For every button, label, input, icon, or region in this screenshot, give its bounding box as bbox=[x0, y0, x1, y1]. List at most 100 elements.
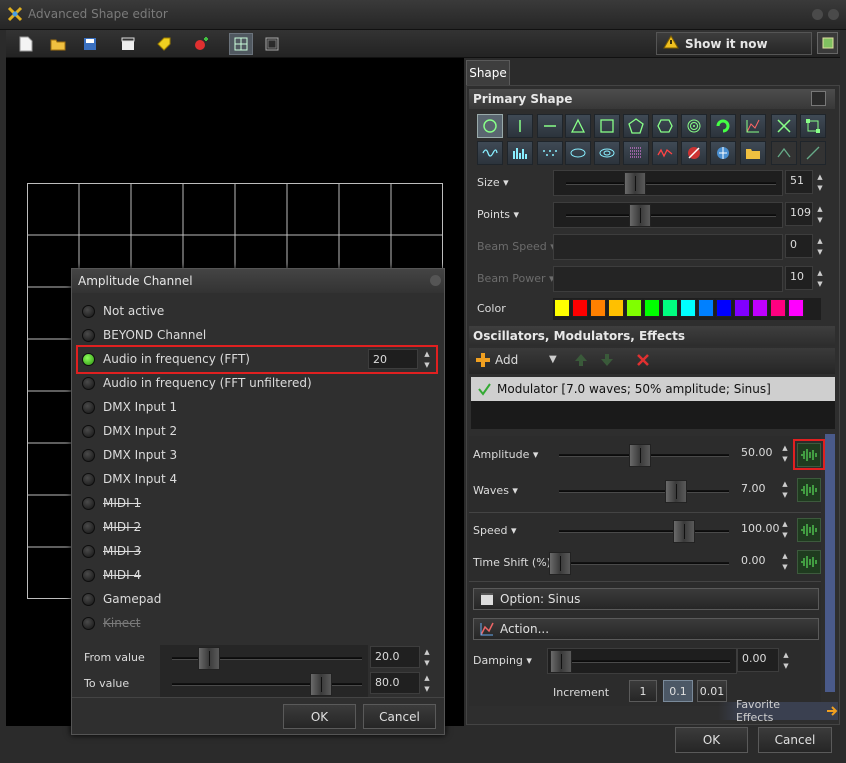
add-dropdown-icon[interactable]: ▼ bbox=[549, 354, 557, 365]
waves-slider[interactable] bbox=[547, 478, 737, 504]
effect-list-item[interactable]: Modulator [7.0 waves; 50% amplitude; Sin… bbox=[471, 377, 835, 401]
channel-option[interactable]: DMX Input 4 bbox=[82, 469, 177, 489]
vertical-line-icon[interactable] bbox=[507, 114, 533, 138]
clapper-icon[interactable] bbox=[116, 33, 140, 55]
amplitude-spinner-icon[interactable]: ▲ ▼ bbox=[778, 442, 792, 464]
from-value-slider[interactable] bbox=[160, 645, 368, 671]
amplitude-label[interactable]: Amplitude ▾ bbox=[473, 448, 538, 461]
cancel-button[interactable]: Cancel bbox=[758, 727, 832, 753]
move-down-icon[interactable] bbox=[599, 352, 615, 371]
diagonal-line-icon[interactable] bbox=[800, 141, 826, 165]
damping-slider[interactable] bbox=[547, 648, 737, 674]
minimize-icon[interactable] bbox=[812, 9, 823, 20]
time-shift-spinner-icon[interactable]: ▲ ▼ bbox=[778, 550, 792, 572]
pin-icon[interactable] bbox=[817, 32, 838, 54]
channel-option[interactable]: MIDI 2 bbox=[82, 517, 141, 537]
speed-slider[interactable] bbox=[547, 518, 737, 544]
action-button[interactable]: Action... bbox=[473, 618, 819, 640]
time-shift-channel-icon[interactable] bbox=[797, 550, 821, 574]
folder-shape-icon[interactable] bbox=[740, 141, 766, 165]
time-shift-value[interactable]: 0.00 bbox=[737, 551, 777, 573]
frame-view-icon[interactable] bbox=[260, 33, 284, 55]
horizontal-line-icon[interactable] bbox=[537, 114, 563, 138]
to-value-slider[interactable] bbox=[160, 671, 368, 697]
speed-value[interactable]: 100.00 bbox=[737, 519, 780, 541]
damping-label[interactable]: Damping ▾ bbox=[473, 654, 532, 667]
color-swatch[interactable] bbox=[752, 299, 768, 317]
amplitude-slider[interactable] bbox=[547, 442, 737, 468]
dialog-cancel-button[interactable]: Cancel bbox=[363, 704, 436, 729]
channel-option[interactable]: Gamepad bbox=[82, 589, 161, 609]
dialog-ok-button[interactable]: OK bbox=[283, 704, 356, 729]
channel-option[interactable]: Audio in frequency (FFT unfiltered) bbox=[82, 373, 312, 393]
channel-option[interactable]: MIDI 1 bbox=[82, 493, 141, 513]
waves-label[interactable]: Waves ▾ bbox=[473, 484, 518, 497]
collapse-checkbox[interactable] bbox=[811, 91, 826, 106]
waves-channel-icon[interactable] bbox=[797, 478, 821, 502]
move-up-icon[interactable] bbox=[573, 352, 589, 371]
speed-channel-icon[interactable] bbox=[797, 518, 821, 542]
tag-icon[interactable] bbox=[152, 33, 176, 55]
size-value[interactable]: 51 bbox=[785, 170, 813, 194]
show-it-now-button[interactable]: Show it now bbox=[656, 32, 812, 55]
time-shift-slider[interactable] bbox=[547, 550, 737, 576]
color-swatch[interactable] bbox=[554, 299, 570, 317]
color-swatch[interactable] bbox=[644, 299, 660, 317]
increment-0-01-button[interactable]: 0.01 bbox=[697, 680, 727, 702]
channel-option[interactable]: Audio in frequency (FFT) bbox=[82, 349, 250, 369]
points-spinner-icon[interactable]: ▲ ▼ bbox=[813, 203, 827, 225]
color-swatch[interactable] bbox=[788, 299, 804, 317]
size-slider[interactable] bbox=[553, 170, 783, 196]
spiral-icon[interactable] bbox=[681, 114, 707, 138]
hexagon-icon[interactable] bbox=[652, 114, 678, 138]
peak-icon[interactable] bbox=[771, 141, 797, 165]
fft-band-input[interactable]: 20 bbox=[368, 349, 418, 369]
tab-shape[interactable]: Shape bbox=[466, 60, 510, 85]
color-swatch[interactable] bbox=[698, 299, 714, 317]
waves-value[interactable]: 7.00 bbox=[737, 479, 777, 501]
channel-option[interactable]: MIDI 3 bbox=[82, 541, 141, 561]
amplitude-channel-icon[interactable] bbox=[797, 443, 821, 467]
damping-value[interactable]: 0.00 bbox=[737, 648, 779, 672]
bounding-box-icon[interactable] bbox=[800, 114, 826, 138]
square-icon[interactable] bbox=[594, 114, 620, 138]
zigzag-icon[interactable] bbox=[652, 141, 678, 165]
size-spinner-icon[interactable]: ▲ ▼ bbox=[813, 171, 827, 193]
globe-icon[interactable] bbox=[710, 141, 736, 165]
waves-spinner-icon[interactable]: ▲ ▼ bbox=[778, 478, 792, 500]
points-label[interactable]: Points ▾ bbox=[477, 208, 519, 221]
points-slider[interactable] bbox=[553, 202, 783, 228]
color-swatch[interactable] bbox=[770, 299, 786, 317]
no-entry-icon[interactable] bbox=[681, 141, 707, 165]
ok-button[interactable]: OK bbox=[675, 727, 748, 753]
triangle-icon[interactable] bbox=[565, 114, 591, 138]
color-swatch[interactable] bbox=[626, 299, 642, 317]
ring-icon[interactable] bbox=[594, 141, 620, 165]
cross-icon[interactable] bbox=[771, 114, 797, 138]
dialog-close-icon[interactable] bbox=[430, 275, 441, 286]
add-effect-button[interactable]: Add bbox=[475, 352, 518, 368]
speed-spinner-icon[interactable]: ▲ ▼ bbox=[778, 518, 792, 540]
option-button[interactable]: Option: Sinus bbox=[473, 588, 819, 610]
raster-icon[interactable] bbox=[623, 141, 649, 165]
color-swatch[interactable] bbox=[572, 299, 588, 317]
favorite-effects-bar[interactable]: Favorite Effects bbox=[718, 698, 838, 724]
color-swatch[interactable] bbox=[716, 299, 732, 317]
speed-label[interactable]: Speed ▾ bbox=[473, 524, 517, 537]
circle-shape-icon[interactable] bbox=[477, 114, 503, 138]
fft-band-spinner-icon[interactable]: ▲ ▼ bbox=[420, 348, 434, 370]
dots-wave-icon[interactable] bbox=[537, 141, 563, 165]
scrollbar[interactable] bbox=[825, 434, 835, 692]
channel-option[interactable]: DMX Input 2 bbox=[82, 421, 177, 441]
color-swatch[interactable] bbox=[590, 299, 606, 317]
color-swatch[interactable] bbox=[662, 299, 678, 317]
channel-option[interactable]: MIDI 4 bbox=[82, 565, 141, 585]
ellipse-icon[interactable] bbox=[565, 141, 591, 165]
damping-spinner-icon[interactable]: ▲ ▼ bbox=[779, 649, 793, 671]
amplitude-value[interactable]: 50.00 bbox=[737, 443, 777, 465]
pentagon-icon[interactable] bbox=[623, 114, 649, 138]
channel-option[interactable]: DMX Input 3 bbox=[82, 445, 177, 465]
from-value-input[interactable]: 20.0 bbox=[370, 646, 420, 668]
open-folder-icon[interactable] bbox=[46, 33, 70, 55]
close-icon[interactable] bbox=[828, 9, 839, 20]
